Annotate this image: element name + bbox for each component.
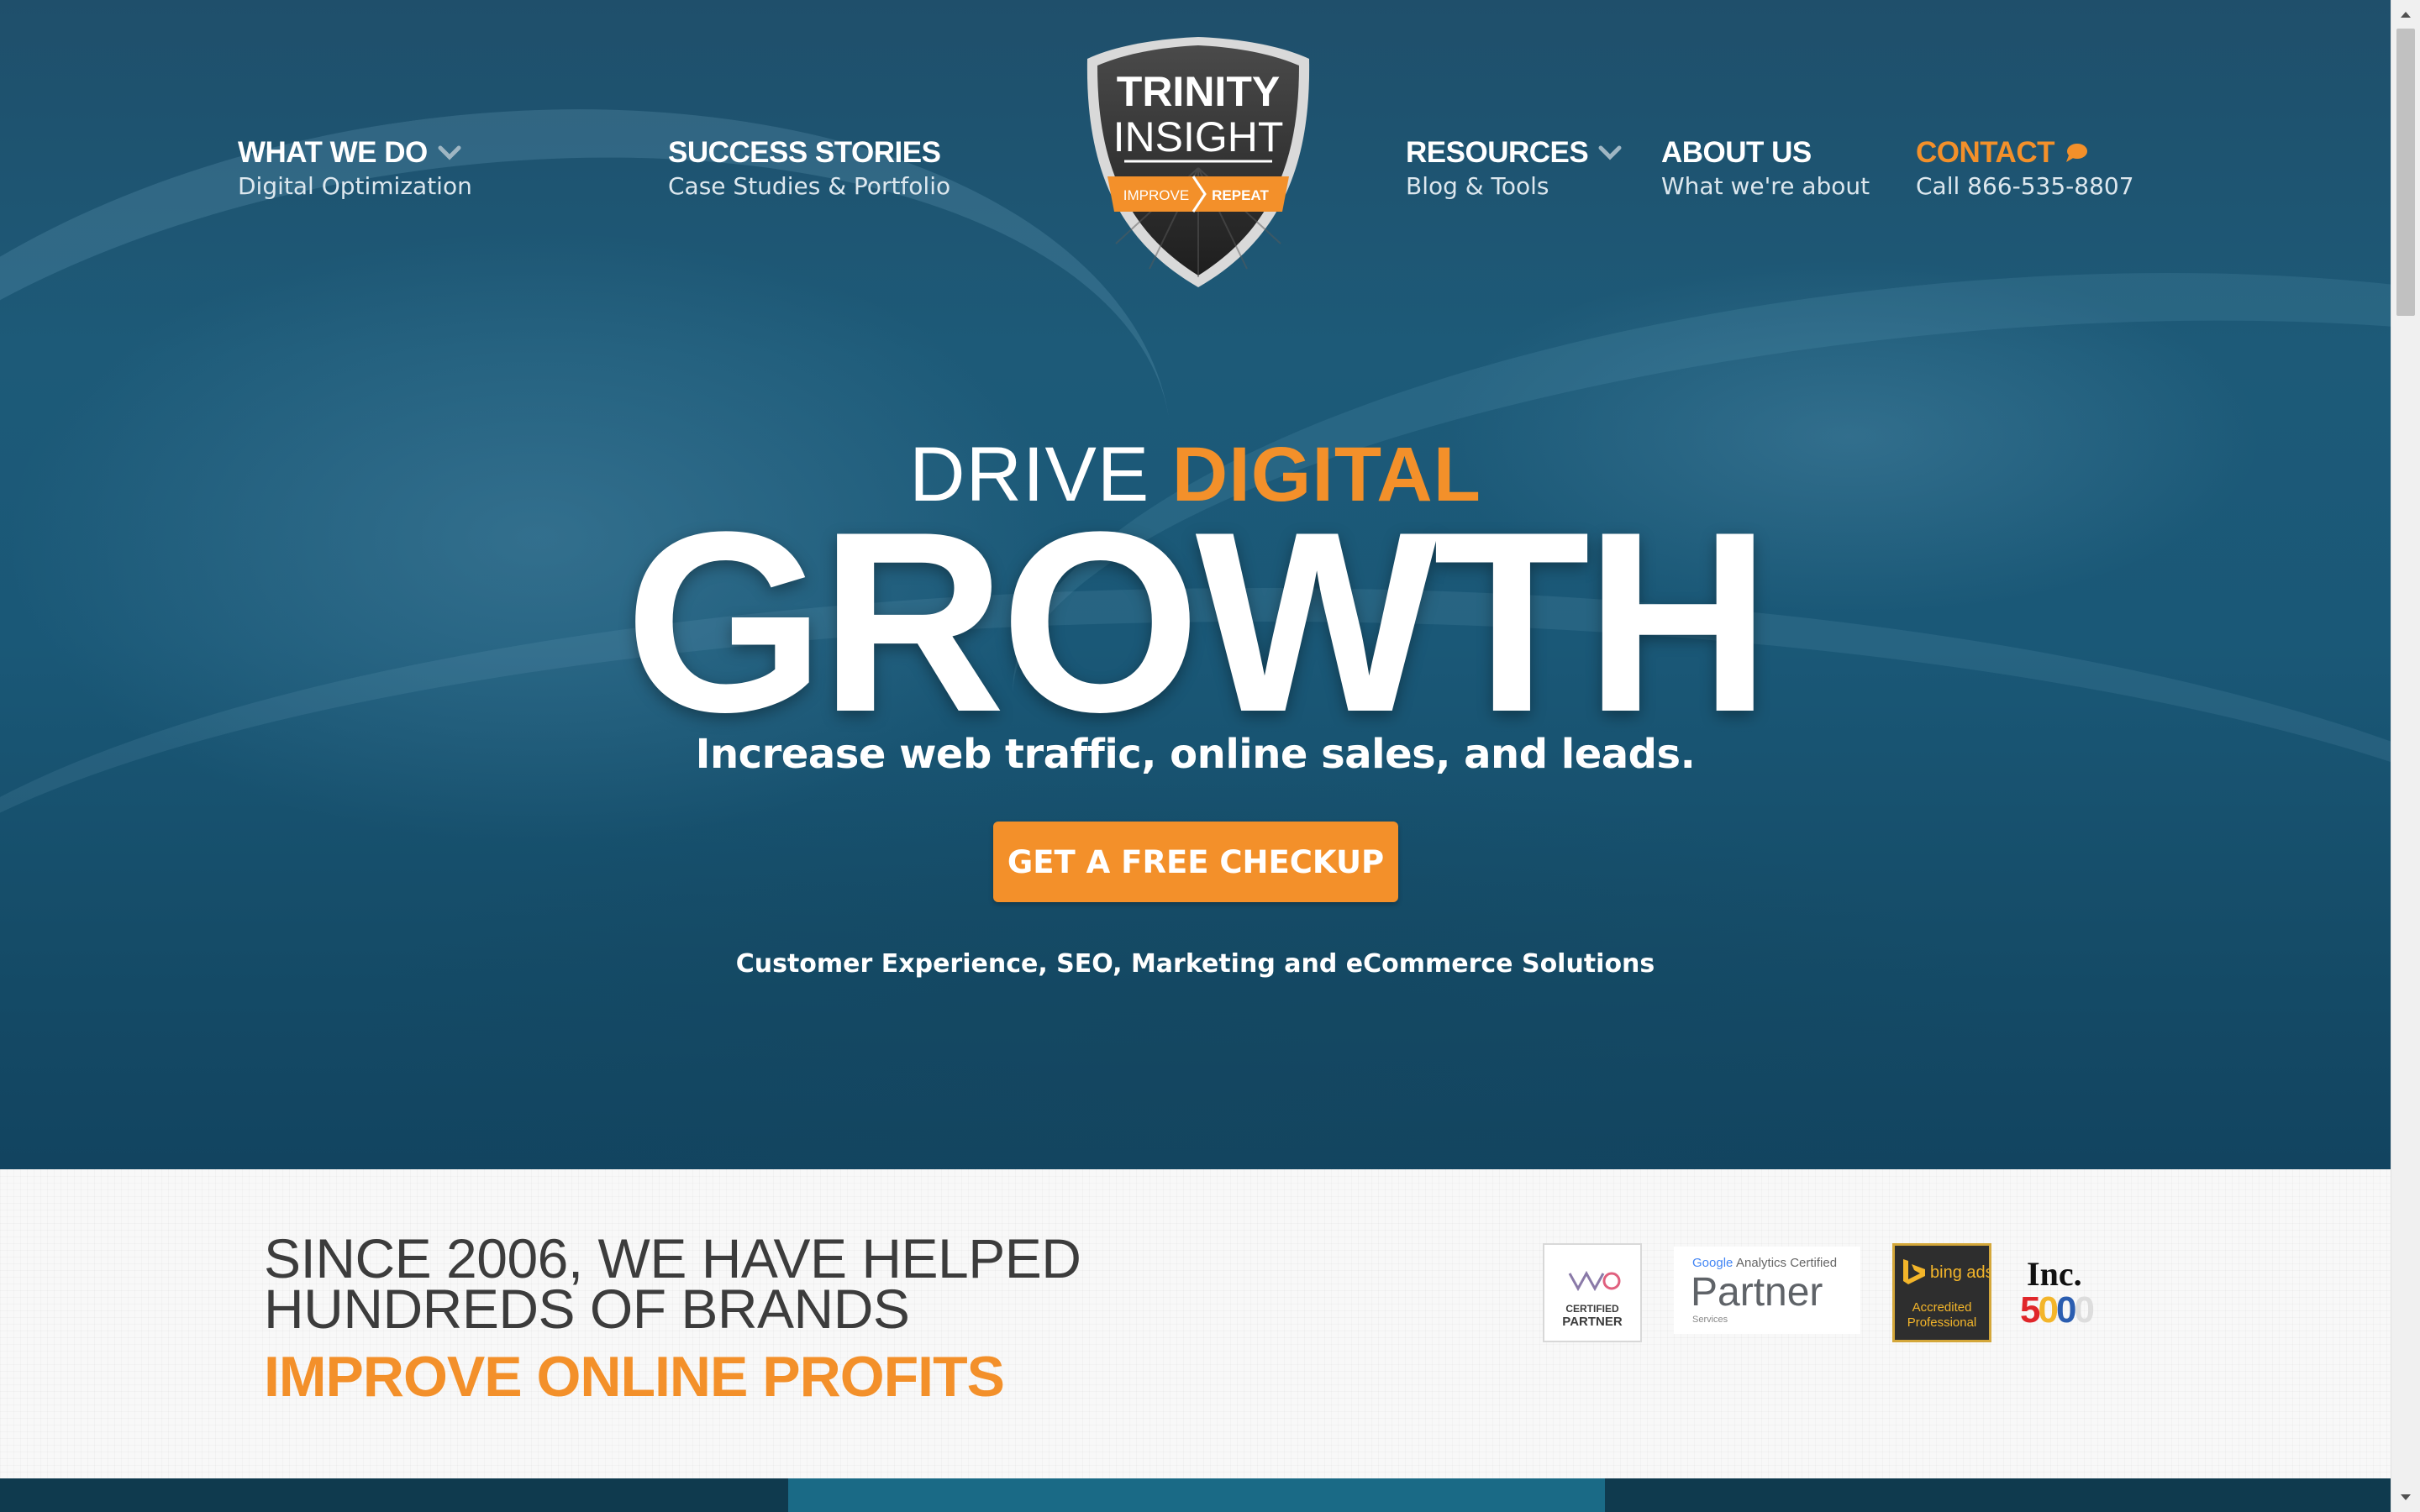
bing-ads-brand-text: bing ads — [1930, 1263, 1989, 1282]
since-line-2: HUNDREDS OF BRANDS — [264, 1278, 910, 1340]
nav-contact-label: CONTACT — [1916, 136, 2055, 169]
bing-professional-text: Professional — [1907, 1315, 1977, 1330]
hero-tagline: Customer Experience, SEO, Marketing and … — [735, 949, 1655, 979]
nav-contact[interactable]: CONTACT Call 866-535-8807 — [1916, 134, 2134, 202]
scrollbar-thumb[interactable] — [2396, 29, 2415, 316]
nav-about-us[interactable]: ABOUT US What we're about — [1661, 134, 1870, 202]
nav-about-us-sub: What we're about — [1661, 172, 1870, 200]
inc-word: Inc. — [2027, 1255, 2082, 1293]
inc-number: 5000 — [2020, 1289, 2093, 1331]
trinity-insight-logo[interactable]: TRINITY INSIGHT IMPROVE REPEAT — [1082, 34, 1314, 291]
bing-ads-accredited-badge: bing ads Accredited Professional — [1892, 1243, 1994, 1342]
vwo-logo-icon: CERTIFIED PARTNER — [1562, 1270, 1623, 1329]
logo-text-improve: IMPROVE — [1123, 187, 1189, 203]
chat-bubble-icon — [2066, 144, 2087, 162]
since-line-1: SINCE 2006, WE HAVE HELPED — [264, 1227, 1081, 1289]
next-section-tab — [788, 1478, 1605, 1512]
nav-resources-sub: Blog & Tools — [1406, 172, 1549, 200]
nav-success-stories[interactable]: SUCCESS STORIES Case Studies & Portfolio — [668, 134, 950, 202]
google-word: Google — [1692, 1256, 1733, 1270]
page-scrollbar[interactable] — [2391, 0, 2420, 1512]
nav-what-we-do-sub: Digital Optimization — [238, 172, 472, 200]
nav-resources-label: RESOURCES — [1406, 136, 1589, 169]
nav-what-we-do[interactable]: WHAT WE DO Digital Optimization — [238, 134, 472, 202]
hero-section: WHAT WE DO Digital Optimization SUCCESS … — [0, 0, 2391, 1169]
bing-ads-logo: bing ads Accredited Professional — [1903, 1259, 1994, 1330]
hero-subheading: Increase web traffic, online sales, and … — [695, 731, 1696, 778]
scroll-down-arrow-icon[interactable] — [2391, 1483, 2420, 1512]
google-analytics-partner-badge: Google Analytics Certified Partner Servi… — [1674, 1247, 1860, 1334]
google-analytics-partner-logo: Google Analytics Certified Partner Servi… — [1691, 1256, 1837, 1325]
free-checkup-button[interactable]: GET A FREE CHECKUP — [993, 822, 1398, 902]
scroll-up-arrow-icon[interactable] — [2391, 0, 2420, 29]
improve-profits-heading: IMPROVE ONLINE PROFITS — [264, 1345, 1005, 1409]
nav-resources[interactable]: RESOURCES Blog & Tools — [1406, 134, 1622, 202]
vwo-certified-text: CERTIFIED — [1565, 1303, 1619, 1315]
vwo-certified-partner-badge: CERTIFIED PARTNER — [1543, 1243, 1642, 1342]
since-heading: SINCE 2006, WE HAVE HELPED HUNDREDS OF B… — [264, 1227, 1081, 1340]
inc-5000-logo: Inc. 5000 — [2020, 1255, 2096, 1331]
inc-5000-badge: Inc. 5000 5000 — [2020, 1253, 2114, 1331]
logo-text-repeat: REPEAT — [1212, 187, 1269, 203]
nav-what-we-do-label: WHAT WE DO — [238, 136, 428, 169]
chevron-down-icon — [438, 145, 461, 160]
nav-success-stories-label: SUCCESS STORIES — [668, 136, 941, 169]
hero-growth-text: GROWTH — [624, 478, 1771, 765]
partner-text: Partner — [1691, 1270, 1823, 1315]
logo-text-trinity: TRINITY — [1117, 68, 1280, 115]
nav-contact-sub: Call 866-535-8807 — [1916, 172, 2134, 200]
logo-text-insight: INSIGHT — [1113, 113, 1284, 160]
chevron-down-icon — [1598, 145, 1622, 160]
vwo-partner-text: PARTNER — [1562, 1315, 1623, 1329]
services-text: Services — [1692, 1315, 1728, 1325]
nav-success-stories-sub: Case Studies & Portfolio — [668, 172, 951, 200]
bing-accredited-text: Accredited — [1912, 1300, 1972, 1315]
analytics-certified-text: Analytics Certified — [1736, 1256, 1837, 1270]
nav-about-us-label: ABOUT US — [1661, 136, 1812, 169]
